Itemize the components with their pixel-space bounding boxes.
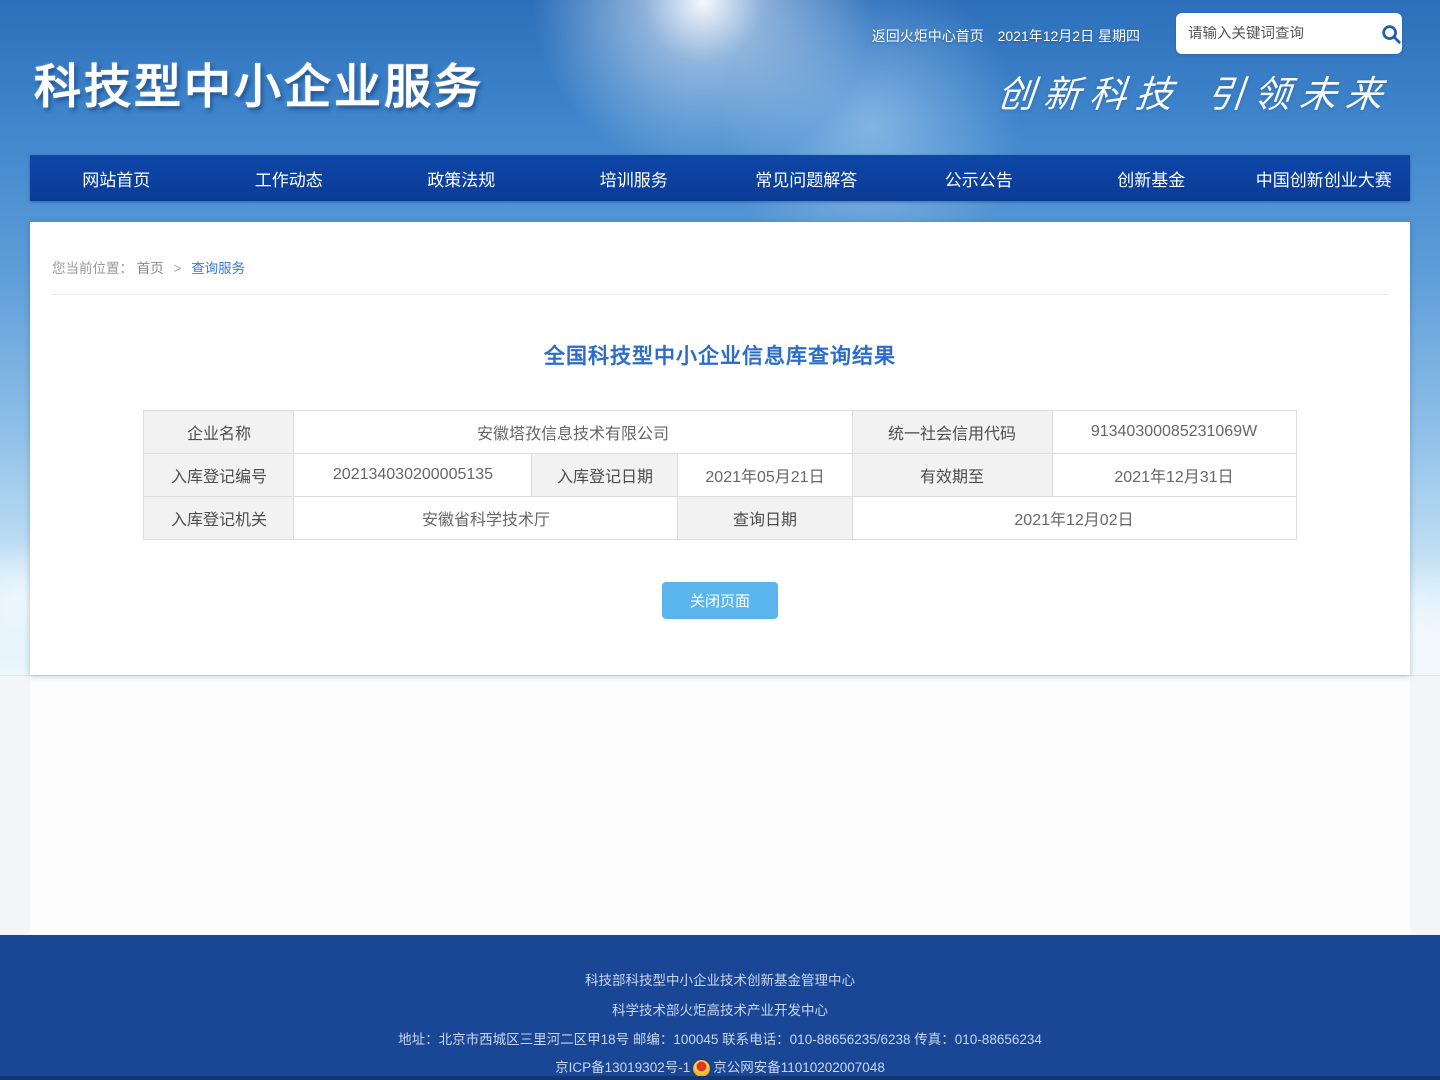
label-registration-number: 入库登记编号 bbox=[144, 454, 294, 497]
value-query-date: 2021年12月02日 bbox=[852, 497, 1296, 540]
nav-item-home[interactable]: 网站首页 bbox=[30, 155, 203, 201]
label-query-date: 查询日期 bbox=[678, 497, 852, 540]
police-badge-icon bbox=[693, 1060, 710, 1077]
value-valid-until: 2021年12月31日 bbox=[1052, 454, 1296, 497]
page-title: 全国科技型中小企业信息库查询结果 bbox=[30, 340, 1410, 370]
nav-item-training[interactable]: 培训服务 bbox=[548, 155, 721, 201]
top-links: 返回火炬中心首页 2021年12月2日 星期四 bbox=[872, 26, 1140, 46]
nav-item-faq[interactable]: 常见问题解答 bbox=[720, 155, 893, 201]
result-table: 企业名称 安徽塔孜信息技术有限公司 统一社会信用代码 9134030008523… bbox=[143, 410, 1296, 540]
label-registration-authority: 入库登记机关 bbox=[144, 497, 294, 540]
footer-fund-center: 科技部科技型中小企业技术创新基金管理中心 bbox=[0, 935, 1440, 990]
nav-item-policies[interactable]: 政策法规 bbox=[375, 155, 548, 201]
search-box bbox=[1176, 13, 1402, 54]
breadcrumb-current-link[interactable]: 查询服务 bbox=[191, 261, 245, 276]
breadcrumb-label: 您当前位置： bbox=[52, 261, 133, 276]
value-registration-authority: 安徽省科学技术厅 bbox=[294, 497, 678, 540]
page: 科技型中小企业服务 返回火炬中心首页 2021年12月2日 星期四 创新科技引领… bbox=[0, 0, 1440, 1080]
breadcrumb-home-link[interactable]: 首页 bbox=[137, 261, 164, 276]
breadcrumb: 您当前位置： 首页 > 查询服务 bbox=[52, 222, 1388, 295]
police-record-link[interactable]: 京公网安备11010202007048 bbox=[713, 1059, 885, 1077]
site-footer: 科技部科技型中小企业技术创新基金管理中心 科学技术部火炬高技术产业开发中心 地址… bbox=[0, 935, 1440, 1080]
return-torch-home-link[interactable]: 返回火炬中心首页 bbox=[872, 28, 984, 44]
value-credit-code: 91340300085231069W bbox=[1052, 411, 1296, 454]
site-title: 科技型中小企业服务 bbox=[34, 48, 484, 117]
lower-background bbox=[0, 675, 1440, 935]
search-input[interactable] bbox=[1176, 26, 1379, 42]
footer-torch-center: 科学技术部火炬高技术产业开发中心 bbox=[0, 1002, 1440, 1020]
label-company-name: 企业名称 bbox=[144, 411, 294, 454]
nav-item-competition[interactable]: 中国创新创业大赛 bbox=[1238, 155, 1411, 201]
main-nav: 网站首页 工作动态 政策法规 培训服务 常见问题解答 公示公告 创新基金 中国创… bbox=[30, 155, 1410, 201]
table-row-registration: 入库登记编号 202134030200005135 入库登记日期 2021年05… bbox=[144, 454, 1296, 497]
table-row-authority: 入库登记机关 安徽省科学技术厅 查询日期 2021年12月02日 bbox=[144, 497, 1296, 540]
table-row-company: 企业名称 安徽塔孜信息技术有限公司 统一社会信用代码 9134030008523… bbox=[144, 411, 1296, 454]
breadcrumb-separator: > bbox=[174, 261, 182, 276]
current-date: 2021年12月2日 星期四 bbox=[998, 28, 1140, 44]
footer-record-line: 京ICP备13019302号-1 京公网安备11010202007048 bbox=[0, 1059, 1440, 1077]
nav-item-work-news[interactable]: 工作动态 bbox=[203, 155, 376, 201]
label-valid-until: 有效期至 bbox=[852, 454, 1052, 497]
label-credit-code: 统一社会信用代码 bbox=[852, 411, 1052, 454]
value-registration-date: 2021年05月21日 bbox=[678, 454, 852, 497]
content-card: 您当前位置： 首页 > 查询服务 全国科技型中小企业信息库查询结果 企业名称 安… bbox=[30, 222, 1410, 675]
nav-item-innovation-fund[interactable]: 创新基金 bbox=[1065, 155, 1238, 201]
value-company-name: 安徽塔孜信息技术有限公司 bbox=[294, 411, 852, 454]
icp-record-link[interactable]: 京ICP备13019302号-1 bbox=[555, 1059, 690, 1077]
nav-item-announcements[interactable]: 公示公告 bbox=[893, 155, 1066, 201]
close-page-button[interactable]: 关闭页面 bbox=[662, 582, 778, 619]
footer-contact-info: 地址：北京市西城区三里河二区甲18号 邮编：100045 联系电话：010-88… bbox=[0, 1031, 1440, 1049]
search-icon[interactable] bbox=[1379, 13, 1402, 54]
slogan: 创新科技引领未来 bbox=[995, 64, 1395, 118]
value-registration-number: 202134030200005135 bbox=[294, 454, 532, 497]
lower-background-inner bbox=[30, 676, 1410, 936]
label-registration-date: 入库登记日期 bbox=[532, 454, 678, 497]
